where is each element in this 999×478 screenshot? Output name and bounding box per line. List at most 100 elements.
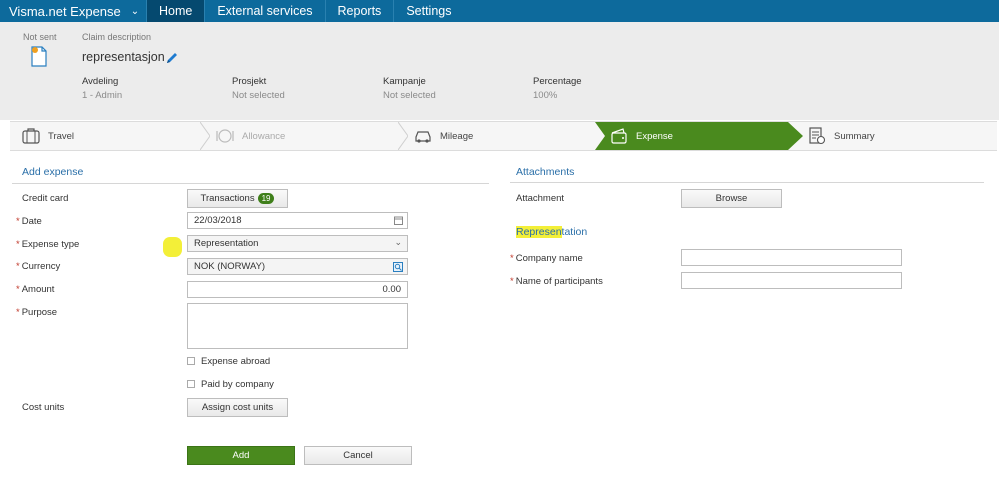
cancel-button[interactable]: Cancel (304, 446, 412, 465)
lookup-search-icon[interactable] (393, 262, 403, 272)
plate-icon (216, 129, 234, 143)
claim-header: Not sent Claim description representasjo… (0, 22, 999, 120)
meta-value: Not selected (383, 90, 436, 101)
company-name-label: * Company name (510, 253, 583, 264)
app-brand-label: Visma.net Expense (9, 3, 121, 19)
purpose-label: * Purpose (16, 307, 57, 318)
expense-type-label: * Expense type (16, 239, 79, 250)
step-separator (200, 122, 210, 150)
required-marker: * (510, 253, 514, 264)
chevron-down-icon: ⌄ (394, 237, 402, 247)
paid-by-company-label: Paid by company (201, 379, 274, 390)
document-icon (809, 127, 826, 145)
claim-description-label: Claim description (82, 32, 152, 42)
step-label: Mileage (440, 130, 474, 142)
step-separator (398, 122, 408, 150)
required-marker: * (16, 239, 20, 250)
participants-field[interactable] (681, 272, 902, 289)
app-brand-menu[interactable]: Visma.net Expense ⌄ (0, 0, 146, 22)
top-nav: Visma.net Expense ⌄ Home External servic… (0, 0, 999, 22)
divider (510, 182, 984, 183)
divider (12, 183, 489, 184)
expense-type-value: Representation (194, 238, 259, 249)
currency-value: NOK (NORWAY) (194, 261, 266, 272)
attachment-label: Attachment (516, 193, 565, 204)
required-marker: * (16, 261, 20, 272)
assign-cost-units-button[interactable]: Assign cost units (187, 398, 288, 417)
cost-units-label: Cost units (22, 402, 65, 413)
required-marker: * (510, 276, 514, 287)
yellow-highlight-mark (163, 237, 182, 257)
company-name-field[interactable] (681, 249, 902, 266)
currency-field[interactable]: NOK (NORWAY) (187, 258, 408, 275)
representation-title: Representation (516, 226, 587, 238)
nav-tab-reports[interactable]: Reports (324, 0, 394, 22)
amount-label-text: Amount (21, 284, 55, 295)
company-name-label-text: Company name (515, 253, 583, 264)
wallet-icon (611, 128, 627, 144)
nav-tab-settings[interactable]: Settings (393, 0, 463, 22)
step-allowance[interactable]: Allowance (216, 122, 285, 150)
expense-type-label-text: Expense type (21, 239, 80, 250)
claim-title: representasjon (82, 50, 165, 64)
calendar-icon[interactable] (394, 216, 403, 225)
transactions-label: Transactions (200, 193, 255, 204)
meta-percentage: Percentage 100% (533, 76, 582, 101)
currency-label-text: Currency (21, 261, 61, 272)
amount-field[interactable]: 0.00 (187, 281, 408, 298)
meta-value: 100% (533, 90, 558, 101)
participants-label-text: Name of participants (515, 276, 603, 287)
date-field[interactable]: 22/03/2018 (187, 212, 408, 229)
step-summary[interactable]: Summary (808, 122, 875, 150)
meta-key: Percentage (533, 76, 582, 87)
date-value: 22/03/2018 (194, 215, 242, 226)
browse-button[interactable]: Browse (681, 189, 782, 208)
required-marker: * (16, 284, 20, 295)
amount-value: 0.00 (382, 284, 402, 295)
currency-label: * Currency (16, 261, 60, 272)
required-marker: * (16, 216, 20, 227)
wizard-stepper: Travel Allowance Mileage Expense Summary (10, 121, 997, 151)
edit-pencil-icon[interactable] (165, 51, 179, 65)
add-button[interactable]: Add (187, 446, 295, 465)
paid-by-company-checkbox[interactable] (187, 380, 195, 388)
claim-document-icon (31, 46, 47, 67)
meta-kampanje: Kampanje Not selected (383, 76, 436, 101)
meta-key: Kampanje (383, 76, 426, 87)
step-label: Expense (636, 130, 673, 142)
representation-title-rest: tation (561, 226, 588, 238)
expense-type-select[interactable]: Representation ⌄ (187, 235, 408, 252)
step-label: Allowance (242, 130, 286, 142)
nav-tab-home[interactable]: Home (146, 0, 205, 22)
credit-card-label: Credit card (22, 193, 69, 204)
claim-status: Not sent (23, 32, 57, 42)
step-mileage[interactable]: Mileage (414, 122, 473, 150)
attachments-title: Attachments (516, 166, 575, 178)
meta-avdeling: Avdeling 1 - Admin (82, 76, 122, 101)
required-marker: * (16, 307, 20, 318)
meta-key: Avdeling (82, 76, 119, 87)
step-travel[interactable]: Travel (22, 122, 74, 150)
step-label: Travel (48, 130, 75, 142)
add-expense-title: Add expense (22, 166, 84, 178)
expense-abroad-label: Expense abroad (201, 356, 271, 367)
meta-key: Prosjekt (232, 76, 267, 87)
transactions-button[interactable]: Transactions 19 (187, 189, 288, 208)
expense-abroad-checkbox[interactable] (187, 357, 195, 365)
meta-prosjekt: Prosjekt Not selected (232, 76, 285, 101)
meta-value: 1 - Admin (82, 90, 123, 101)
car-icon (415, 131, 431, 143)
purpose-textarea[interactable] (187, 303, 408, 349)
chevron-down-icon: ⌄ (130, 5, 140, 17)
purpose-label-text: Purpose (21, 307, 58, 318)
nav-tab-external-services[interactable]: External services (204, 0, 324, 22)
step-expense[interactable]: Expense (610, 122, 673, 150)
participants-label: * Name of participants (510, 276, 603, 287)
date-label-text: Date (21, 216, 42, 227)
transactions-count-badge: 19 (257, 193, 275, 204)
date-label: * Date (16, 216, 42, 227)
amount-label: * Amount (16, 284, 54, 295)
meta-value: Not selected (232, 90, 285, 101)
suitcase-icon (22, 128, 40, 144)
step-label: Summary (834, 130, 875, 142)
